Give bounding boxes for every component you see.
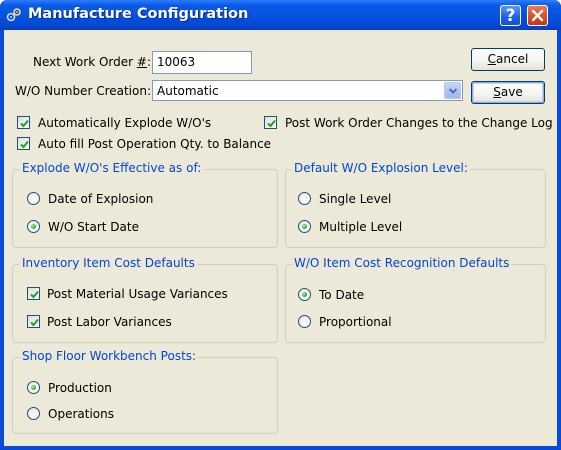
cost-recognition-title: W/O Item Cost Recognition Defaults [292, 256, 512, 270]
wo-creation-select[interactable]: Automatic [152, 80, 463, 101]
dialog-body: Next Work Order #: 10063 W/O Number Crea… [4, 30, 557, 446]
single-level-radio[interactable] [298, 192, 311, 205]
post-changes-checkbox[interactable] [264, 116, 277, 129]
dialog-window: Manufacture Configuration ? Next Work Or… [0, 0, 561, 450]
wo-start-date-radio[interactable] [27, 220, 40, 233]
operations-label: Operations [48, 407, 114, 421]
auto-explode-checkbox[interactable] [17, 116, 30, 129]
explosion-level-group [285, 169, 546, 248]
multiple-level-radio[interactable] [298, 220, 311, 233]
next-wo-input[interactable]: 10063 [152, 51, 252, 74]
help-button[interactable]: ? [500, 5, 521, 26]
material-variance-checkbox[interactable] [27, 287, 40, 300]
material-variance-label: Post Material Usage Variances [47, 287, 228, 301]
auto-explode-label: Automatically Explode W/O's [38, 116, 212, 130]
autofill-checkbox[interactable] [17, 137, 30, 150]
to-date-label: To Date [319, 288, 365, 302]
proportional-label: Proportional [319, 315, 392, 329]
app-gears-icon [6, 8, 21, 22]
explode-effective-title: Explode W/O's Effective as of: [20, 161, 204, 175]
save-button[interactable]: Save [471, 81, 545, 104]
checkmark-icon [267, 119, 276, 128]
next-wo-value: 10063 [157, 55, 196, 69]
multiple-level-label: Multiple Level [319, 220, 403, 234]
dropdown-arrow-button[interactable] [444, 82, 461, 99]
next-wo-label: Next Work Order #: [33, 55, 151, 69]
explosion-level-title: Default W/O Explosion Level: [292, 161, 470, 175]
help-icon: ? [505, 5, 516, 26]
chevron-down-icon [449, 88, 457, 94]
cancel-button[interactable]: Cancel [471, 48, 545, 71]
checkmark-icon [30, 318, 39, 327]
post-changes-label: Post Work Order Changes to the Change Lo… [285, 116, 553, 130]
checkmark-icon [30, 290, 39, 299]
window-title: Manufacture Configuration [28, 6, 249, 22]
shop-floor-group [12, 357, 278, 434]
labor-variance-checkbox[interactable] [27, 315, 40, 328]
production-radio[interactable] [27, 381, 40, 394]
production-label: Production [48, 381, 112, 395]
wo-creation-value: Automatic [157, 84, 219, 98]
wo-start-date-label: W/O Start Date [48, 220, 139, 234]
autofill-label: Auto fill Post Operation Qty. to Balance [38, 137, 272, 151]
date-of-explosion-radio[interactable] [27, 192, 40, 205]
inventory-cost-title: Inventory Item Cost Defaults [20, 256, 197, 270]
operations-radio[interactable] [27, 407, 40, 420]
labor-variance-label: Post Labor Variances [47, 315, 172, 329]
inventory-cost-group [12, 264, 278, 343]
checkmark-icon [20, 119, 29, 128]
close-button[interactable] [527, 5, 548, 26]
wo-creation-label: W/O Number Creation: [15, 84, 152, 98]
single-level-label: Single Level [319, 192, 392, 206]
explode-effective-group [12, 169, 278, 248]
title-bar[interactable]: Manufacture Configuration ? [0, 0, 561, 30]
checkmark-icon [20, 140, 29, 149]
proportional-radio[interactable] [298, 315, 311, 328]
to-date-radio[interactable] [298, 288, 311, 301]
cost-recognition-group [285, 264, 546, 343]
shop-floor-title: Shop Floor Workbench Posts: [20, 349, 199, 363]
close-icon [531, 9, 544, 22]
date-of-explosion-label: Date of Explosion [48, 192, 154, 206]
